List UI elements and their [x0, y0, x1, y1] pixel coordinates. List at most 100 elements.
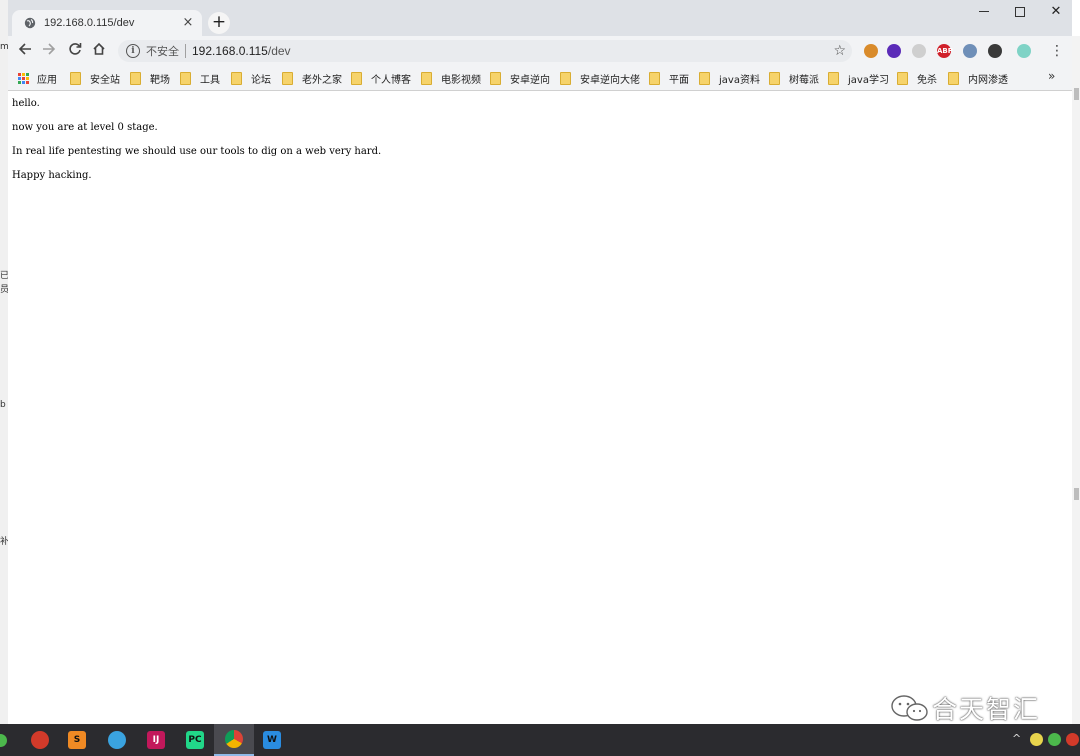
folder-icon	[70, 71, 81, 85]
bookmark-label: 安卓逆向大佬	[580, 74, 640, 86]
bookmark-item[interactable]: 工具	[180, 70, 220, 86]
tab-title: 192.168.0.115/dev	[44, 17, 135, 29]
page-text-line: now you are at level 0 stage.	[12, 122, 158, 133]
security-status-label[interactable]: 不安全	[146, 43, 179, 59]
bookmark-label: 免杀	[917, 74, 937, 86]
page-text-line: Happy hacking.	[12, 170, 92, 181]
home-icon	[93, 42, 105, 55]
taskbar-app-wps[interactable]: W	[252, 724, 292, 756]
minimize-icon	[979, 11, 989, 12]
folder-icon	[282, 71, 293, 85]
folder-icon	[948, 71, 959, 85]
bookmark-item[interactable]: 靶场	[130, 70, 170, 86]
bookmark-item[interactable]: 电影视频	[421, 70, 481, 86]
bookmarks-bar: » 应用 安全站 靶场 工具 论坛 老外之家 个人博客 电影视频 安卓逆向 安卓逆向大佬 平面 jav…	[8, 66, 1072, 91]
reload-button[interactable]	[64, 40, 86, 62]
cookie-extension-icon[interactable]	[864, 44, 878, 58]
colorful-icon	[108, 731, 126, 749]
folder-icon	[828, 71, 839, 85]
maximize-button[interactable]	[1002, 0, 1038, 24]
intellij-icon: IJ	[147, 731, 165, 749]
info-icon[interactable]: i	[126, 44, 140, 58]
blue-swirl-extension-icon[interactable]	[963, 44, 977, 58]
bg-window-fragment	[1074, 488, 1079, 500]
bookmark-item[interactable]: 论坛	[231, 70, 271, 86]
folder-icon	[490, 71, 501, 85]
address-bar[interactable]: i 不安全 192.168.0.115/dev ☆	[118, 40, 852, 62]
active-tab[interactable]: 192.168.0.115/dev ×	[12, 10, 202, 36]
tray-wechat-icon[interactable]	[1048, 733, 1061, 746]
bookmark-item[interactable]: 安卓逆向	[490, 70, 550, 86]
link-extension-icon[interactable]	[912, 44, 926, 58]
gray-circle-extension-icon[interactable]	[988, 44, 1002, 58]
bookmark-label: 靶场	[150, 74, 170, 86]
taskbar-app-sublime[interactable]: S	[57, 724, 97, 756]
bookmark-label: 论坛	[251, 74, 271, 86]
teal-shield-extension-icon[interactable]	[1017, 44, 1031, 58]
apps-grid-icon	[18, 72, 29, 84]
forward-arrow-icon	[43, 43, 56, 55]
bg-window-fragment: b	[0, 400, 6, 410]
taskbar-app-red-swirl[interactable]	[20, 724, 60, 756]
folder-icon	[351, 71, 362, 85]
new-tab-button[interactable]: +	[208, 12, 230, 34]
globe-icon	[24, 17, 36, 29]
bookmark-label: 安全站	[90, 74, 120, 86]
bookmark-label: 安卓逆向	[510, 74, 550, 86]
purple-gem-extension-icon[interactable]	[887, 44, 901, 58]
bookmark-item[interactable]: java资料	[699, 70, 760, 86]
reload-icon	[69, 43, 82, 55]
window-close-button[interactable]: ✕	[1038, 0, 1074, 24]
wechat-watermark: 合天智汇	[888, 692, 1040, 724]
taskbar-app-intellij[interactable]: IJ	[136, 724, 176, 756]
tray-chevron-icon[interactable]: ^	[1012, 732, 1021, 745]
bookmark-star-icon[interactable]: ☆	[833, 43, 846, 59]
tray-app-icon[interactable]	[1030, 733, 1043, 746]
bookmarks-overflow-button[interactable]: »	[1048, 69, 1055, 83]
maximize-icon	[1015, 6, 1025, 17]
adblock-plus-icon[interactable]: ABP	[937, 44, 953, 58]
page-text-line: hello.	[12, 98, 40, 109]
bg-window-fragment	[1074, 88, 1079, 100]
taskbar-partial-app[interactable]	[0, 724, 14, 756]
red-swirl-icon	[31, 731, 49, 749]
browser-menu-button[interactable]: ⋮	[1050, 42, 1064, 60]
browser-toolbar: i 不安全 192.168.0.115/dev ☆ ABP ⋮	[8, 36, 1072, 66]
url-text[interactable]: 192.168.0.115/dev	[192, 44, 833, 58]
tab-close-icon[interactable]: ×	[182, 16, 194, 29]
pycharm-icon: PC	[186, 731, 204, 749]
home-button[interactable]	[88, 40, 110, 62]
bookmark-item[interactable]: 内网渗透	[948, 70, 1008, 86]
bookmark-item[interactable]: 免杀	[897, 70, 937, 86]
folder-icon	[560, 71, 571, 85]
chrome-icon	[225, 730, 243, 748]
bookmark-item[interactable]: 老外之家	[282, 70, 342, 86]
bookmark-label: 树莓派	[789, 74, 819, 86]
forward-button[interactable]	[38, 40, 60, 62]
bookmark-item[interactable]: java学习	[828, 70, 889, 86]
url-host: 192.168.0.115	[192, 44, 268, 58]
tray-qq-icon[interactable]	[1066, 733, 1079, 746]
minimize-button[interactable]	[966, 0, 1002, 24]
folder-icon	[231, 71, 242, 85]
bookmark-item[interactable]: 安全站	[70, 70, 120, 86]
bookmark-item[interactable]: 个人博客	[351, 70, 411, 86]
bookmark-label: 电影视频	[441, 74, 481, 86]
bookmark-label: 老外之家	[302, 74, 342, 86]
background-window-right-edge	[1071, 36, 1080, 724]
bookmark-item[interactable]: 树莓派	[769, 70, 819, 86]
folder-icon	[897, 71, 908, 85]
folder-icon	[649, 71, 660, 85]
taskbar-app-chrome[interactable]	[214, 724, 254, 756]
bookmark-item[interactable]: 平面	[649, 70, 689, 86]
windows-taskbar: ^ S IJ PC W	[0, 724, 1080, 756]
folder-icon	[421, 71, 432, 85]
back-button[interactable]	[14, 40, 36, 62]
taskbar-app-pycharm[interactable]: PC	[175, 724, 215, 756]
sublime-icon: S	[68, 731, 86, 749]
bookmark-label: 个人博客	[371, 74, 411, 86]
bookmark-item[interactable]: 应用	[18, 70, 57, 86]
bookmark-item[interactable]: 安卓逆向大佬	[560, 70, 640, 86]
taskbar-app-colorful[interactable]	[97, 724, 137, 756]
bookmark-label: 内网渗透	[968, 74, 1008, 86]
